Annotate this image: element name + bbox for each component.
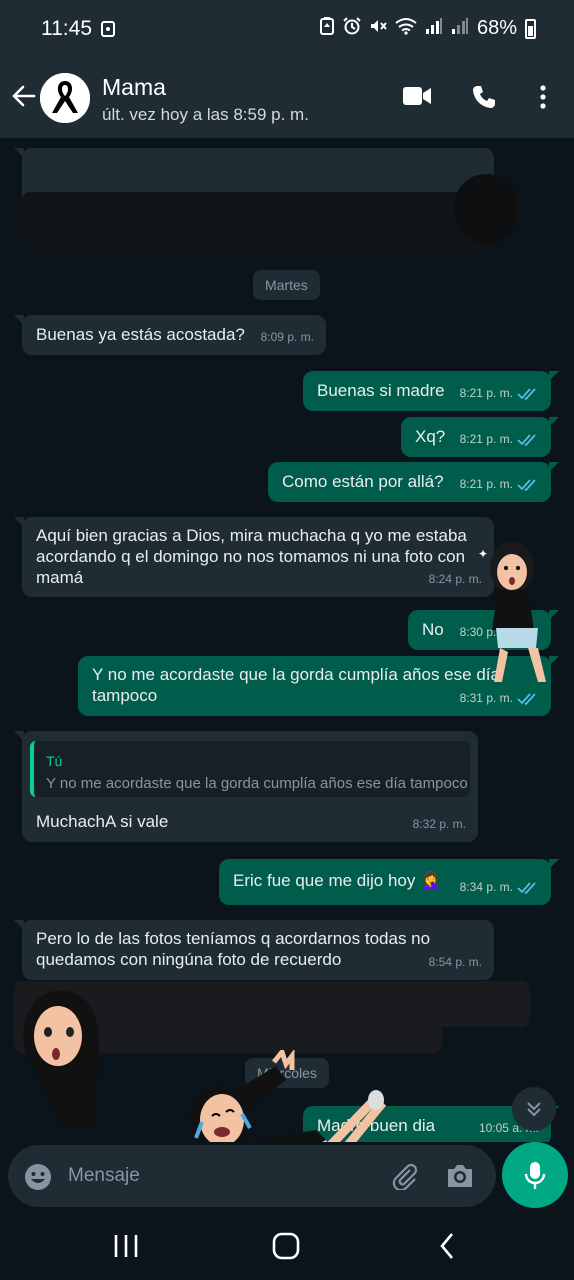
- battery-icon: [525, 18, 536, 39]
- quote-text: Y no me acordaste que la gorda cumplía a…: [46, 775, 468, 792]
- time-label: 8:31 p. m.: [459, 691, 513, 705]
- video-call-icon[interactable]: [402, 84, 432, 113]
- voice-message-button[interactable]: [502, 1142, 568, 1208]
- message-text: Pero lo de las fotos teníamos q acordarn…: [36, 929, 431, 969]
- redacted-message[interactable]: [14, 148, 518, 252]
- status-time: 11:45: [41, 17, 92, 40]
- battery-percent: 68%: [476, 17, 517, 39]
- bitmoji-sticker: [23, 990, 100, 1126]
- mute-icon: [369, 17, 387, 40]
- message-list[interactable]: Martes Buenas ya estás acostada? 8:09 p.…: [0, 138, 574, 1142]
- chevron-double-down-icon: [527, 1102, 541, 1117]
- message-incoming-reply[interactable]: Tú Y no me acordaste que la gorda cumplí…: [14, 731, 478, 842]
- bitmoji-sticker: ✦: [478, 542, 546, 682]
- message-time: 8:31 p. m.: [460, 688, 539, 709]
- signal-2-icon: [451, 17, 469, 40]
- message-incoming[interactable]: Pero lo de las fotos teníamos q acordarn…: [14, 920, 494, 980]
- contact-name[interactable]: Mama: [102, 74, 166, 101]
- message-time: 8:21 p. m.: [460, 429, 539, 450]
- back-nav-icon[interactable]: [428, 1230, 468, 1262]
- message-incoming[interactable]: Buenas ya estás acostada? 8:09 p. m.: [14, 315, 326, 355]
- paperclip-icon[interactable]: [390, 1162, 418, 1195]
- phone-icon[interactable]: [471, 84, 497, 115]
- message-text: Buenas ya estás acostada?: [36, 325, 245, 344]
- notification-icon: [101, 21, 115, 37]
- message-input[interactable]: Mensaje: [68, 1165, 140, 1187]
- message-text: Y no me acordaste que la gorda cumplía a…: [92, 665, 500, 705]
- message-time: 8:32 p. m.: [413, 814, 466, 835]
- double-check-icon: [517, 433, 536, 446]
- message-text: Eric fue que me dijo hoy 🤦‍♀️: [233, 871, 442, 890]
- message-text: Buenas si madre: [317, 381, 445, 400]
- signal-1-icon: [425, 17, 443, 40]
- time-label: 8:21 p. m.: [459, 477, 513, 491]
- double-check-icon: [517, 387, 536, 400]
- bitmoji-sticker: [190, 1050, 387, 1142]
- home-icon[interactable]: [266, 1230, 306, 1262]
- time-label: 8:32 p. m.: [412, 817, 466, 831]
- date-divider: Martes: [253, 270, 320, 300]
- recent-apps-icon[interactable]: [106, 1230, 146, 1262]
- scroll-to-bottom-button[interactable]: [512, 1087, 556, 1131]
- message-time: 8:21 p. m.: [460, 474, 539, 495]
- message-text: MuchachA si vale: [36, 812, 169, 831]
- arrow-left-icon[interactable]: [10, 82, 38, 110]
- message-time: 8:34 p. m.: [460, 877, 539, 898]
- double-check-icon: [517, 478, 536, 491]
- more-vert-icon[interactable]: [538, 84, 548, 115]
- redaction: [454, 174, 518, 244]
- message-time: 8:54 p. m.: [429, 952, 482, 973]
- message-outgoing[interactable]: Eric fue que me dijo hoy 🤦‍♀️ 8:34 p. m.: [219, 859, 559, 905]
- double-check-icon: [517, 692, 536, 705]
- time-label: 8:21 p. m.: [459, 386, 513, 400]
- message-time: 8:09 p. m.: [261, 327, 314, 348]
- chat-header: Mama últ. vez hoy a las 8:59 p. m.: [0, 58, 574, 138]
- message-input-container[interactable]: Mensaje: [8, 1145, 496, 1207]
- message-time: 8:24 p. m.: [429, 569, 482, 590]
- system-nav-bar: [0, 1212, 574, 1280]
- quote-author: Tú: [46, 753, 63, 769]
- mourning-ribbon-icon: [40, 73, 90, 123]
- last-seen[interactable]: últ. vez hoy a las 8:59 p. m.: [102, 105, 309, 125]
- message-outgoing[interactable]: Como están por allá? 8:21 p. m.: [268, 462, 559, 502]
- time-label: 8:09 p. m.: [260, 330, 314, 344]
- quoted-message[interactable]: Tú Y no me acordaste que la gorda cumplí…: [30, 741, 470, 797]
- time-label: 8:54 p. m.: [428, 955, 482, 969]
- time-label: 8:21 p. m.: [459, 432, 513, 446]
- message-text: Xq?: [415, 427, 446, 446]
- message-text: No: [422, 620, 444, 639]
- avatar[interactable]: [40, 73, 90, 123]
- time-label: 8:34 p. m.: [459, 880, 513, 894]
- mic-icon: [524, 1162, 546, 1189]
- message-outgoing[interactable]: Xq? 8:21 p. m.: [401, 417, 559, 457]
- double-check-icon: [517, 881, 536, 894]
- message-outgoing[interactable]: Buenas si madre 8:21 p. m.: [303, 371, 559, 411]
- status-bar: 11:45 68%: [0, 0, 574, 58]
- svg-text:✦: ✦: [478, 547, 488, 561]
- message-incoming[interactable]: Aquí bien gracias a Dios, mira muchacha …: [14, 517, 494, 597]
- message-text: Como están por allá?: [282, 472, 444, 491]
- status-icons: 68%: [319, 17, 536, 40]
- message-time: 8:21 p. m.: [460, 383, 539, 404]
- redaction: [22, 192, 494, 252]
- compose-bar: Mensaje: [0, 1142, 574, 1212]
- message-text: Aquí bien gracias a Dios, mira muchacha …: [36, 526, 467, 587]
- wifi-icon: [395, 17, 417, 40]
- emoji-icon[interactable]: [23, 1162, 53, 1197]
- camera-icon[interactable]: [445, 1162, 475, 1195]
- time-label: 8:24 p. m.: [428, 572, 482, 586]
- alarm-icon: [343, 17, 361, 40]
- battery-saver-icon: [319, 17, 335, 40]
